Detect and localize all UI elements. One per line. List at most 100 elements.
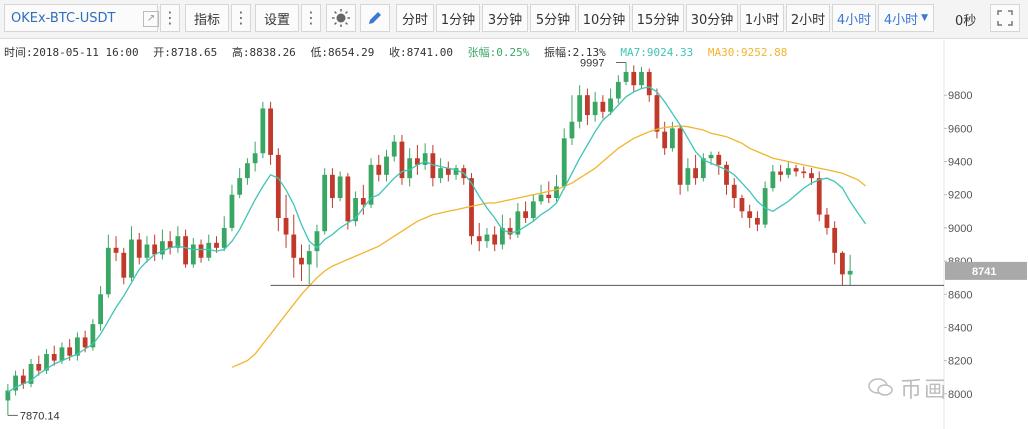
ma30-line [231, 125, 867, 368]
candle-body [693, 168, 698, 179]
y-tick-label: 9000 [948, 223, 972, 235]
interval-button[interactable]: 10分钟 [578, 4, 630, 32]
candle-body [847, 270, 853, 275]
high-label: 9997 [580, 57, 604, 69]
interval-button[interactable]: 15分钟 [632, 4, 684, 32]
candlestick-chart[interactable]: 8000820084008600880090009200940096009800… [0, 38, 1028, 429]
wechat-icon [868, 378, 893, 396]
candle-body [59, 347, 65, 361]
settings-label: 设置 [263, 12, 290, 28]
interval-label: 2小时 [790, 12, 826, 28]
caret-down-icon: ▼ [921, 13, 929, 23]
candle-body [646, 71, 652, 96]
candle-body [260, 108, 266, 154]
candle-body [577, 95, 583, 122]
candle-body [422, 153, 428, 165]
settings-button[interactable]: 设置 [255, 4, 299, 32]
interval-dropdown[interactable]: 4小时 ▼ [878, 4, 934, 32]
interval-button[interactable]: 2小时 [786, 4, 830, 32]
candle-body [121, 252, 127, 278]
candle-body [546, 194, 552, 199]
interval-label: 10分钟 [582, 12, 626, 28]
interval-dropdown-label: 4小时 [883, 12, 919, 28]
toolbar: OKEx-BTC-USDT ↗ ⋮ 指标 ⋮ 设置 ⋮ 分时 1分钟 3分钟 5… [0, 0, 1028, 39]
candle-body [129, 239, 134, 278]
candle-body [476, 236, 482, 242]
sun-icon [332, 9, 350, 27]
indicator-button[interactable]: 指标 [185, 4, 229, 32]
candle-body [554, 186, 559, 199]
external-link-icon[interactable]: ↗ [143, 11, 159, 27]
countdown-seconds: 0秒 [955, 14, 977, 29]
candle-body [376, 164, 382, 175]
candle-body [561, 138, 567, 187]
candle-body [585, 95, 590, 116]
y-tick-label: 8400 [948, 322, 972, 334]
y-tick-label: 9600 [948, 123, 972, 135]
candle-body [291, 234, 297, 258]
y-tick-label: 8600 [948, 289, 972, 301]
candle-body [330, 174, 335, 199]
candle-body [198, 244, 204, 258]
candle-body [438, 168, 443, 179]
y-tick-label: 9400 [948, 157, 972, 169]
candle-body [252, 153, 258, 164]
interval-button[interactable]: 1小时 [740, 4, 784, 32]
candle-body [245, 163, 250, 179]
more-vertical-icon: ⋮ [162, 8, 178, 27]
symbol-menu-button[interactable]: ⋮ [160, 4, 180, 32]
candle-body [778, 171, 783, 175]
interval-button[interactable]: 5分钟 [530, 4, 576, 32]
last-price-label: 8741 [972, 266, 996, 278]
interval-button-active[interactable]: 4小时 [832, 4, 876, 32]
draw-tool-button[interactable] [360, 4, 390, 32]
indicator-menu-button[interactable]: ⋮ [231, 4, 251, 32]
candle-body [105, 247, 111, 295]
candle-body [237, 178, 243, 195]
interval-label: 5分钟 [535, 12, 571, 28]
candle-body [306, 251, 312, 265]
interval-button[interactable]: 30分钟 [686, 4, 738, 32]
settings-menu-button[interactable]: ⋮ [301, 4, 321, 32]
candle-body [144, 244, 150, 258]
more-vertical-icon: ⋮ [303, 8, 319, 27]
y-tick-label: 9800 [948, 90, 972, 102]
candle-body [283, 217, 289, 235]
candle-body [360, 198, 366, 205]
candle-body [623, 71, 629, 82]
candle-body [662, 131, 668, 149]
candle-body [785, 168, 791, 175]
candle-body [708, 154, 714, 159]
candle-body [214, 242, 219, 248]
theme-toggle-button[interactable] [326, 4, 356, 32]
interval-label: 3分钟 [487, 12, 523, 28]
candle-body [793, 168, 799, 172]
interval-label: 分时 [401, 12, 428, 28]
y-tick-label: 8200 [948, 356, 972, 368]
candle-body [670, 128, 675, 149]
fullscreen-icon [997, 10, 1013, 26]
ma7-line [7, 86, 867, 393]
interval-button[interactable]: 分时 [396, 4, 434, 32]
more-vertical-icon: ⋮ [233, 8, 249, 27]
candle-body [36, 363, 42, 371]
candle-body [391, 141, 397, 157]
candle-body [716, 154, 722, 165]
candle-body [731, 184, 737, 199]
interval-button[interactable]: 1分钟 [436, 4, 480, 32]
candle-body [152, 244, 158, 255]
fullscreen-button[interactable] [990, 4, 1020, 32]
candle-body [600, 101, 606, 112]
candle-body [724, 164, 729, 185]
candle-body [538, 194, 544, 202]
candle-body [268, 108, 273, 155]
candle-body [299, 257, 304, 265]
candle-body [840, 252, 845, 275]
interval-label: 30分钟 [690, 12, 734, 28]
symbol-selector[interactable]: OKEx-BTC-USDT ↗ [4, 4, 159, 32]
candle-body [98, 294, 103, 325]
candle-body [592, 101, 598, 116]
interval-button[interactable]: 3分钟 [482, 4, 528, 32]
interval-label: 1小时 [744, 12, 780, 28]
candle-body [809, 173, 814, 179]
